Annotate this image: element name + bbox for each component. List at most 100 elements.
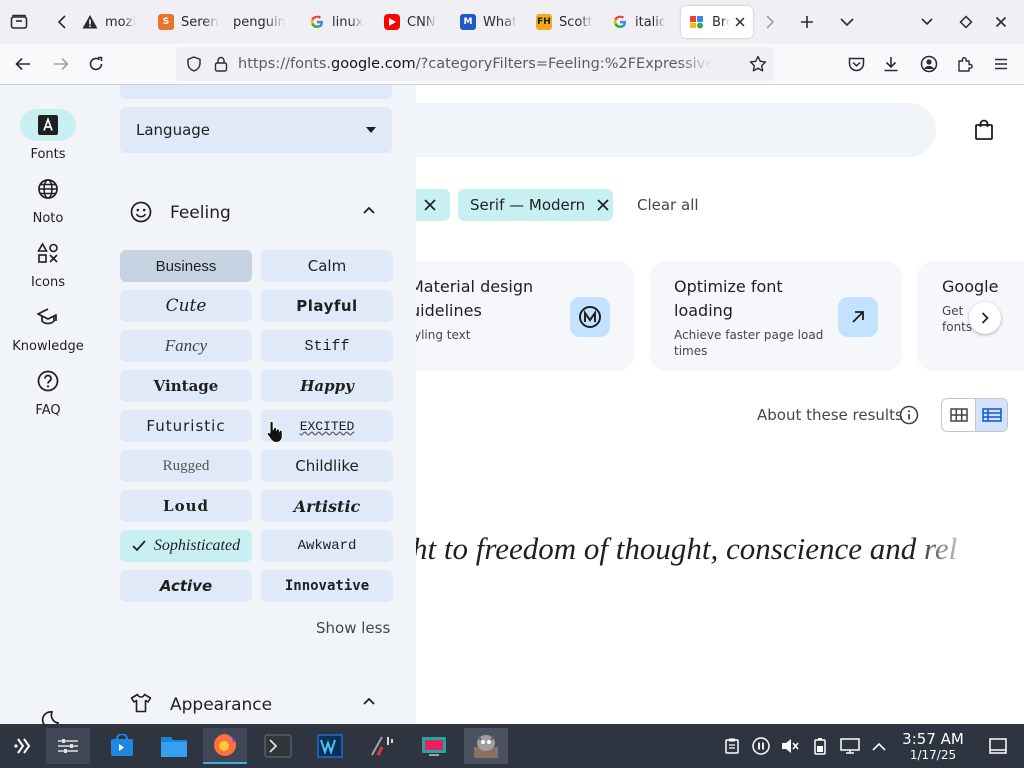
screenshot-app-icon[interactable] — [412, 728, 456, 764]
extensions-icon[interactable] — [954, 54, 976, 74]
feeling-chip-cute[interactable]: Cute — [120, 290, 252, 322]
shopping-bag-icon[interactable] — [974, 119, 994, 141]
show-less-button[interactable]: Show less — [316, 619, 390, 637]
url-text[interactable]: https://fonts.google.com/?categoryFilter… — [238, 56, 712, 72]
audio-app-icon[interactable] — [360, 728, 404, 764]
carousel-next-button[interactable] — [969, 302, 1001, 334]
feeling-chip-stiff[interactable]: Stiff — [261, 330, 393, 362]
clear-all-button[interactable]: Clear all — [637, 196, 699, 214]
card-title-2: loading — [674, 301, 733, 320]
feeling-chip-business[interactable]: Business — [120, 250, 252, 282]
language-dropdown[interactable]: Language — [120, 107, 392, 153]
tab-6[interactable]: M What — [460, 6, 522, 38]
tab-7[interactable]: FH Scott — [536, 6, 598, 38]
rail-item-faq[interactable]: FAQ — [0, 365, 96, 418]
feeling-chip-awkward[interactable]: Awkward — [261, 530, 393, 562]
remove-filter-icon[interactable] — [597, 199, 609, 211]
filter-tag-feeling[interactable] — [416, 189, 450, 221]
pocket-icon[interactable] — [845, 54, 867, 74]
back-icon[interactable] — [12, 54, 34, 74]
close-tab-icon[interactable] — [735, 17, 745, 27]
app-launcher-icon[interactable] — [2, 728, 46, 764]
filter-tag-serif-modern[interactable]: Serif — Modern — [458, 189, 613, 221]
show-desktop-icon[interactable] — [988, 736, 1008, 756]
tab-2[interactable]: S Seren — [158, 6, 220, 38]
downloads-icon[interactable] — [880, 54, 902, 74]
feeling-chip-rugged[interactable]: Rugged — [120, 450, 252, 482]
vscodium-app-icon[interactable] — [308, 728, 352, 764]
feeling-chip-fancy[interactable]: Fancy — [120, 330, 252, 362]
feeling-section-header[interactable]: Feeling — [120, 191, 392, 231]
terminal-app-icon[interactable] — [256, 728, 300, 764]
appearance-section-header[interactable]: Appearance — [120, 685, 392, 724]
rail-item-fonts[interactable]: Fonts — [0, 109, 96, 162]
shapes-icon — [20, 237, 76, 269]
forward-icon[interactable] — [50, 54, 72, 74]
firefox-view-icon[interactable] — [8, 12, 30, 32]
grid-view-button[interactable] — [942, 399, 975, 431]
shield-icon[interactable] — [186, 56, 202, 72]
remove-filter-icon[interactable] — [424, 199, 436, 211]
tab-5[interactable]: CNN — [384, 6, 446, 38]
list-view-icon — [982, 408, 1002, 422]
clock[interactable]: 3:57 AM 1/17/25 — [898, 731, 968, 763]
tabs-scroll-right-icon[interactable] — [760, 12, 780, 32]
bookmark-star-icon[interactable] — [749, 55, 767, 73]
card-material-design[interactable]: Material design uidelines yling text — [416, 261, 634, 371]
tabs-scroll-left-icon[interactable] — [52, 12, 72, 32]
tab-3[interactable]: penguin — [233, 6, 295, 38]
network-icon[interactable] — [840, 736, 860, 756]
tab-4[interactable]: linux — [309, 6, 371, 38]
feeling-chip-innovative[interactable]: Innovative — [261, 570, 393, 602]
media-pause-icon[interactable] — [751, 736, 771, 756]
gimp-app-icon[interactable] — [464, 728, 508, 764]
previous-filter-dropdown[interactable] — [120, 85, 392, 99]
feeling-chip-loud[interactable]: Loud — [120, 490, 252, 522]
minimize-icon[interactable] — [916, 12, 938, 32]
font-preview-text[interactable]: ht to freedom of thought, conscience and… — [416, 531, 976, 575]
feeling-chip-active[interactable]: Active — [120, 570, 252, 602]
url-bar[interactable]: https://fonts.google.com/?categoryFilter… — [176, 47, 774, 81]
side-navigation-rail: Fonts Noto Icons Knowledge FAQ — [0, 85, 96, 729]
feeling-chip-sophisticated[interactable]: Sophisticated — [120, 530, 252, 562]
rail-item-knowledge[interactable]: Knowledge — [0, 301, 96, 354]
chip-label: Active — [159, 577, 213, 595]
settings-app-icon[interactable] — [46, 728, 90, 764]
new-tab-icon[interactable] — [796, 12, 818, 32]
feeling-chip-artistic[interactable]: Artistic — [261, 490, 393, 522]
maximize-icon[interactable] — [955, 12, 977, 32]
battery-icon[interactable] — [810, 736, 830, 756]
feeling-chip-playful[interactable]: Playful — [261, 290, 393, 322]
lock-icon[interactable] — [214, 56, 228, 72]
store-app-icon[interactable] — [100, 728, 144, 764]
feeling-chip-calm[interactable]: Calm — [261, 250, 393, 282]
search-bar[interactable] — [416, 103, 936, 157]
list-tabs-icon[interactable] — [836, 12, 858, 32]
chevron-up-icon[interactable] — [363, 206, 375, 214]
feeling-chip-vintage[interactable]: Vintage — [120, 370, 252, 402]
tray-expand-icon[interactable] — [869, 736, 889, 756]
close-window-icon[interactable] — [990, 12, 1012, 32]
file-manager-icon[interactable] — [152, 728, 196, 764]
tab-1[interactable]: mozi — [82, 6, 144, 38]
info-icon[interactable] — [899, 405, 919, 425]
list-view-button[interactable] — [975, 399, 1007, 431]
firefox-app-icon[interactable] — [203, 728, 247, 764]
reload-icon[interactable] — [85, 54, 107, 74]
volume-muted-icon[interactable] — [780, 736, 800, 756]
feeling-chip-childlike[interactable]: Childlike — [261, 450, 393, 482]
chevron-up-icon[interactable] — [363, 697, 375, 705]
menu-icon[interactable] — [990, 54, 1012, 74]
appearance-title: Appearance — [170, 695, 273, 715]
about-results-link[interactable]: About these results — [757, 406, 903, 424]
tab-8[interactable]: italic — [612, 6, 674, 38]
account-icon[interactable] — [918, 54, 940, 74]
clipboard-icon[interactable] — [722, 736, 742, 756]
feeling-chip-futuristic[interactable]: Futuristic — [120, 410, 252, 442]
tab-active[interactable]: Bro — [681, 6, 753, 38]
tab-title: linux — [332, 14, 364, 30]
rail-item-noto[interactable]: Noto — [0, 173, 96, 226]
card-optimize-font[interactable]: Optimize font loading Achieve faster pag… — [650, 261, 902, 371]
rail-item-icons[interactable]: Icons — [0, 237, 96, 290]
feeling-chip-happy[interactable]: Happy — [261, 370, 393, 402]
